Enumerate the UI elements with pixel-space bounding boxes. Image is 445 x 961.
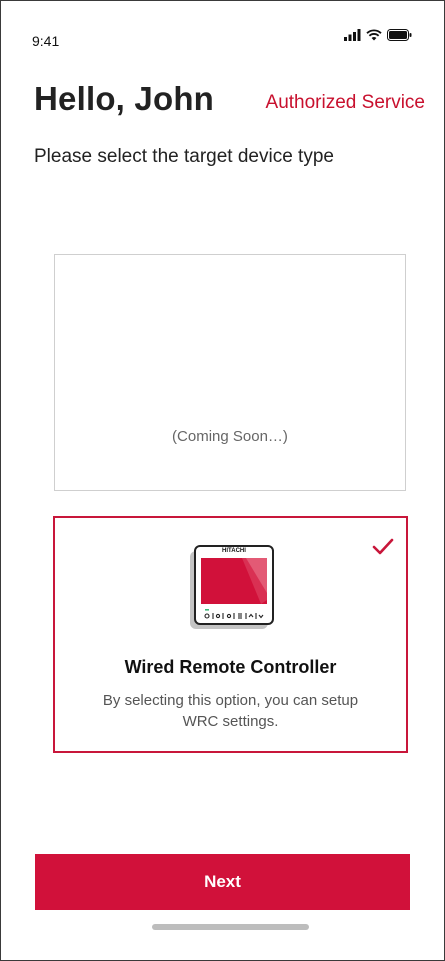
signal-icon xyxy=(344,29,361,41)
checkmark-icon xyxy=(372,538,394,555)
option-description: By selecting this option, you can setup … xyxy=(102,692,359,730)
page-subtitle: Please select the target device type xyxy=(34,146,334,167)
battery-icon xyxy=(387,29,412,41)
status-icons xyxy=(344,29,412,41)
wired-remote-controller-image: HITACHI xyxy=(188,545,274,631)
hitachi-logo: HITACHI xyxy=(222,548,246,554)
home-indicator[interactable] xyxy=(152,924,309,930)
status-bar: 9:41 xyxy=(0,0,445,60)
option-title: Wired Remote Controller xyxy=(124,657,337,677)
page-title: Hello, John xyxy=(34,80,215,117)
next-button[interactable]: Next xyxy=(35,854,410,910)
coming-soon-label: (Coming Soon…) xyxy=(172,428,288,445)
device-option-coming-soon: (Coming Soon…) xyxy=(54,254,406,491)
wifi-icon xyxy=(366,29,382,41)
authorized-service-link[interactable]: Authorized Service xyxy=(266,92,425,114)
device-option-wired-remote-controller[interactable]: HITACHI Wired Remote Controller By selec… xyxy=(53,516,408,753)
status-time: 9:41 xyxy=(32,33,60,49)
